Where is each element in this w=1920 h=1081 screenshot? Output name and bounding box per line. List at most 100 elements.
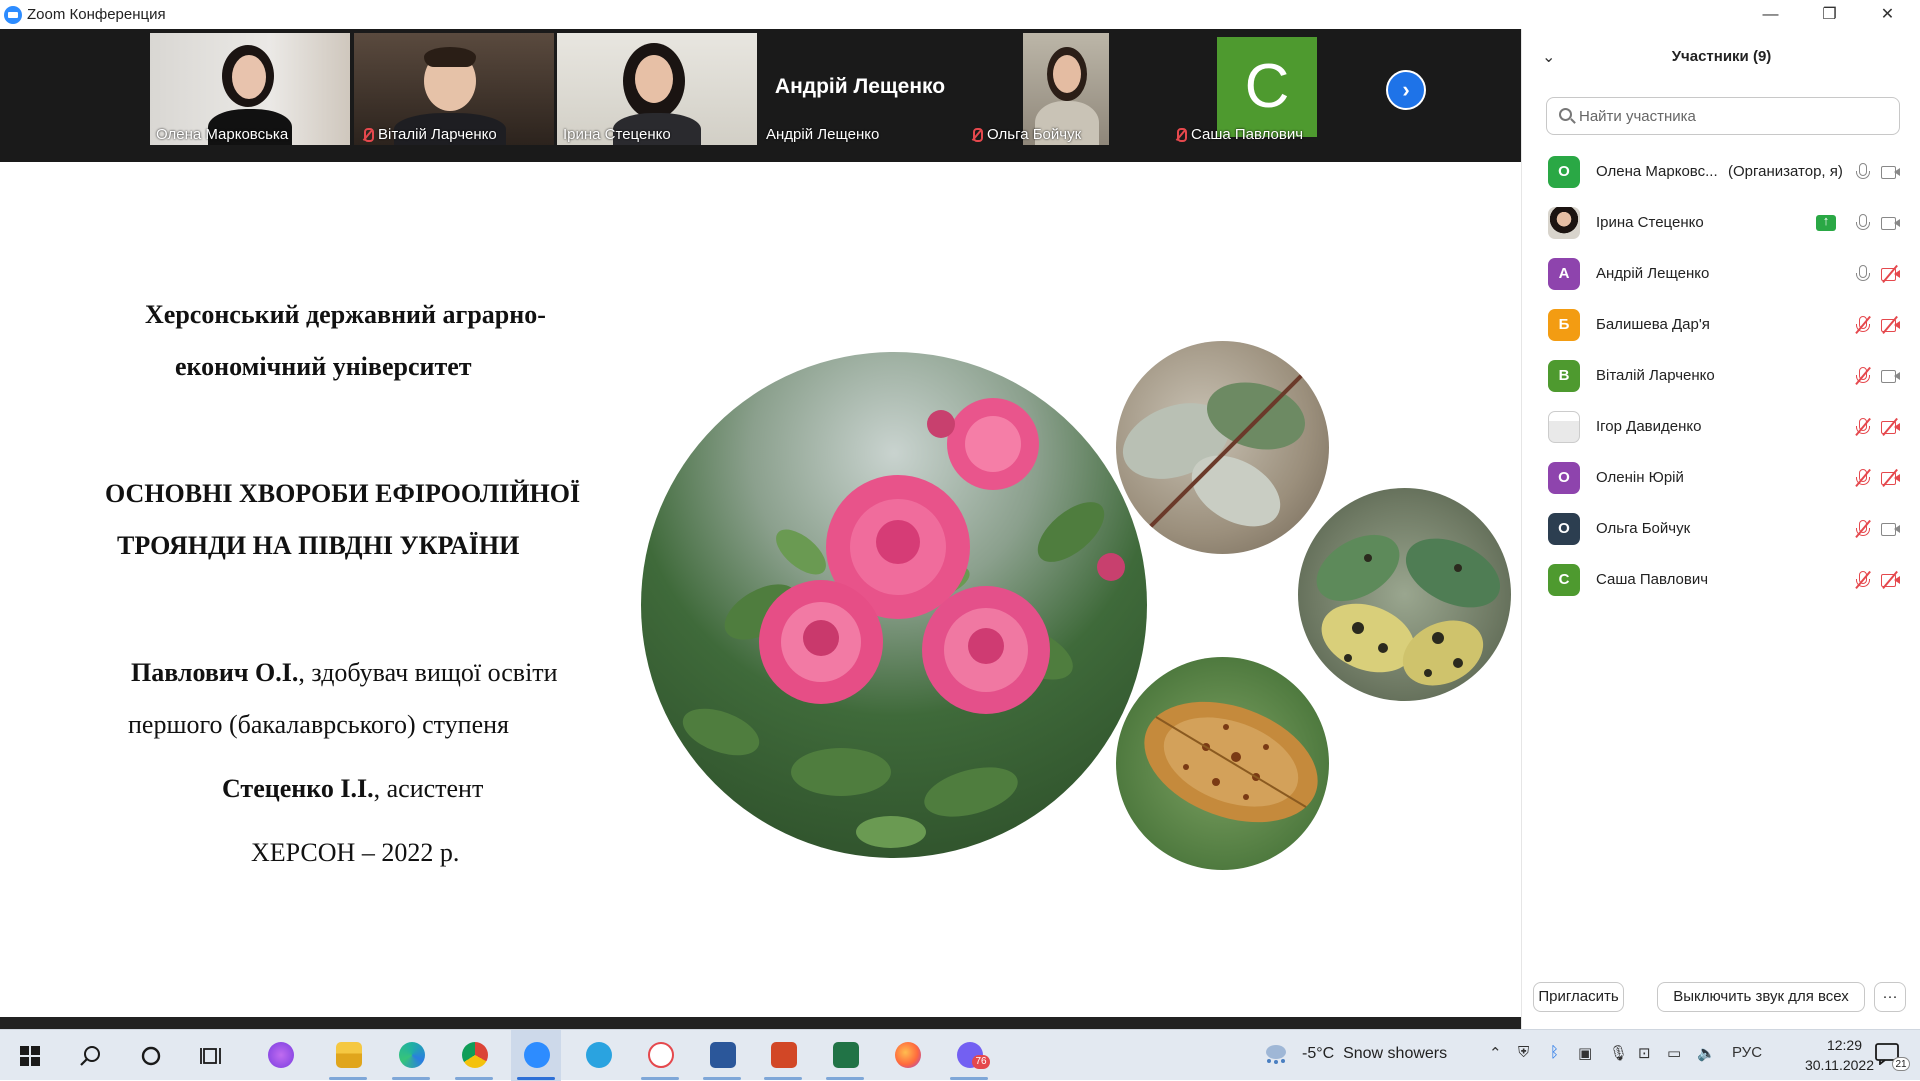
- participant-row[interactable]: О Оленін Юрій: [1522, 453, 1920, 504]
- firefox-button[interactable]: [882, 1030, 932, 1081]
- task-view-button[interactable]: [185, 1030, 235, 1081]
- participant-row[interactable]: Б Балишева Дар'я: [1522, 300, 1920, 351]
- window-title: Zoom Конференция: [27, 6, 166, 23]
- excel-button[interactable]: [820, 1030, 870, 1081]
- invite-button[interactable]: Пригласить: [1533, 982, 1624, 1012]
- cortana-button[interactable]: [125, 1030, 175, 1081]
- camera-off-icon[interactable]: [1880, 570, 1900, 590]
- word-button[interactable]: [697, 1030, 747, 1081]
- search-button[interactable]: [65, 1030, 115, 1081]
- weather-widget[interactable]: -5°C Snow showers: [1302, 1045, 1447, 1063]
- author-2-line: Стеценко І.І., асистент: [222, 774, 483, 804]
- video-tile-active-speaker[interactable]: Ірина Стеценко: [557, 33, 757, 145]
- video-tile[interactable]: Олена Марковська: [150, 33, 350, 145]
- person-face: [232, 55, 266, 99]
- camera-off-icon[interactable]: [1880, 468, 1900, 488]
- microphone-muted-icon[interactable]: [1853, 417, 1873, 437]
- participant-name: Ольга Бойчук: [1596, 520, 1691, 537]
- battery-icon[interactable]: ▭: [1667, 1044, 1681, 1062]
- participant-name: Балишева Дар'я: [1596, 316, 1710, 333]
- tray-overflow-chevron-icon[interactable]: ⌃: [1489, 1044, 1502, 1062]
- camera-off-icon[interactable]: [1880, 417, 1900, 437]
- word-icon: [710, 1042, 736, 1068]
- alice-assistant-button[interactable]: [255, 1030, 305, 1081]
- chrome-button[interactable]: [449, 1030, 499, 1081]
- camera-icon[interactable]: [1880, 213, 1900, 233]
- participant-name: Віталій Ларченко: [1596, 367, 1715, 384]
- microphone-icon[interactable]: [1853, 162, 1873, 182]
- notification-count-badge: 21: [1892, 1057, 1910, 1071]
- video-tile[interactable]: Віталій Ларченко: [354, 33, 554, 145]
- file-explorer-button[interactable]: [323, 1030, 373, 1081]
- clock-date[interactable]: 30.11.2022: [1772, 1057, 1874, 1073]
- person-face: [635, 55, 673, 103]
- video-tile[interactable]: C Саша Павлович: [1167, 33, 1367, 145]
- zoom-button[interactable]: [511, 1030, 561, 1081]
- zoom-icon: [524, 1042, 550, 1068]
- participant-row[interactable]: С Саша Павлович: [1522, 555, 1920, 606]
- muted-mic-icon: [360, 127, 374, 143]
- camera-off-icon[interactable]: [1880, 264, 1900, 284]
- participant-name: Ігор Давиденко: [1596, 418, 1702, 435]
- person-face: [1053, 55, 1081, 93]
- participant-row[interactable]: Ігор Давиденко: [1522, 402, 1920, 453]
- camera-icon[interactable]: [1880, 162, 1900, 182]
- viber-button[interactable]: 76: [944, 1030, 994, 1081]
- microphone-muted-icon[interactable]: [1853, 315, 1873, 335]
- microphone-icon[interactable]: [1853, 264, 1873, 284]
- weather-temperature: -5°C: [1302, 1045, 1335, 1062]
- input-language[interactable]: РУС: [1732, 1044, 1762, 1061]
- avatar-letter: C: [1217, 37, 1317, 137]
- rose-bush-photo: [641, 352, 1147, 858]
- black-spot-leaf-illustration: [1316, 534, 1501, 686]
- microphone-muted-icon[interactable]: [1853, 366, 1873, 386]
- microphone-muted-icon[interactable]: [1853, 519, 1873, 539]
- powerpoint-button[interactable]: [758, 1030, 808, 1081]
- gallery-next-arrow-icon[interactable]: ›: [1386, 70, 1426, 110]
- more-options-button[interactable]: ···: [1874, 982, 1906, 1012]
- video-tile[interactable]: Андрій Лещенко Андрій Лещенко: [760, 33, 960, 145]
- security-shield-icon[interactable]: ⛨: [1518, 1044, 1529, 1061]
- participant-name: Андрій Лещенко: [1596, 265, 1710, 282]
- participant-avatar: [1548, 411, 1580, 443]
- volume-icon[interactable]: 🔈: [1697, 1044, 1716, 1062]
- title-bar: Zoom Конференция — ❐ ✕: [0, 0, 1920, 29]
- participant-row[interactable]: О Олена Марковс... (Организатор, я): [1522, 147, 1920, 198]
- search-input[interactable]: [1579, 106, 1889, 126]
- microphone-muted-icon[interactable]: [1853, 468, 1873, 488]
- participant-search[interactable]: [1546, 97, 1900, 135]
- notifications-button[interactable]: 21: [1863, 1030, 1913, 1081]
- weather-description: Snow showers: [1343, 1045, 1448, 1062]
- camera-icon[interactable]: [1880, 366, 1900, 386]
- microphone-icon[interactable]: 🎙: [1609, 1044, 1628, 1062]
- minimize-button[interactable]: —: [1741, 0, 1800, 29]
- university-line-2: економічний університет: [175, 352, 472, 381]
- participant-row[interactable]: В Віталій Ларченко: [1522, 351, 1920, 402]
- participant-row[interactable]: О Ольга Бойчук: [1522, 504, 1920, 555]
- video-tile[interactable]: Ольга Бойчук: [963, 33, 1163, 145]
- task-view-icon: [200, 1048, 221, 1064]
- participant-row[interactable]: Ірина Стеценко: [1522, 198, 1920, 249]
- restore-button[interactable]: ❐: [1800, 0, 1859, 29]
- bluetooth-icon[interactable]: ᛒ: [1550, 1044, 1559, 1061]
- tile-name: Віталій Ларченко: [360, 126, 497, 143]
- mute-all-button[interactable]: Выключить звук для всех: [1657, 982, 1865, 1012]
- camera-off-icon[interactable]: [1880, 315, 1900, 335]
- start-button[interactable]: [5, 1030, 55, 1081]
- search-icon: [80, 1046, 100, 1066]
- edge-button[interactable]: [386, 1030, 436, 1081]
- close-button[interactable]: ✕: [1858, 0, 1917, 29]
- camera-icon[interactable]: [1880, 519, 1900, 539]
- search-icon: [1559, 108, 1572, 121]
- author-2-name: Стеценко І.І.: [222, 774, 374, 803]
- yandex-browser-button[interactable]: [635, 1030, 685, 1081]
- participant-row[interactable]: А Андрій Лещенко: [1522, 249, 1920, 300]
- snow-cloud-icon: [1266, 1045, 1286, 1064]
- alice-icon: [268, 1042, 294, 1068]
- network-icon[interactable]: ⊡: [1638, 1044, 1651, 1062]
- telegram-button[interactable]: [573, 1030, 623, 1081]
- microphone-muted-icon[interactable]: [1853, 570, 1873, 590]
- powerpoint-icon: [771, 1042, 797, 1068]
- device-icon[interactable]: ▣: [1578, 1044, 1592, 1062]
- microphone-icon[interactable]: [1853, 213, 1873, 233]
